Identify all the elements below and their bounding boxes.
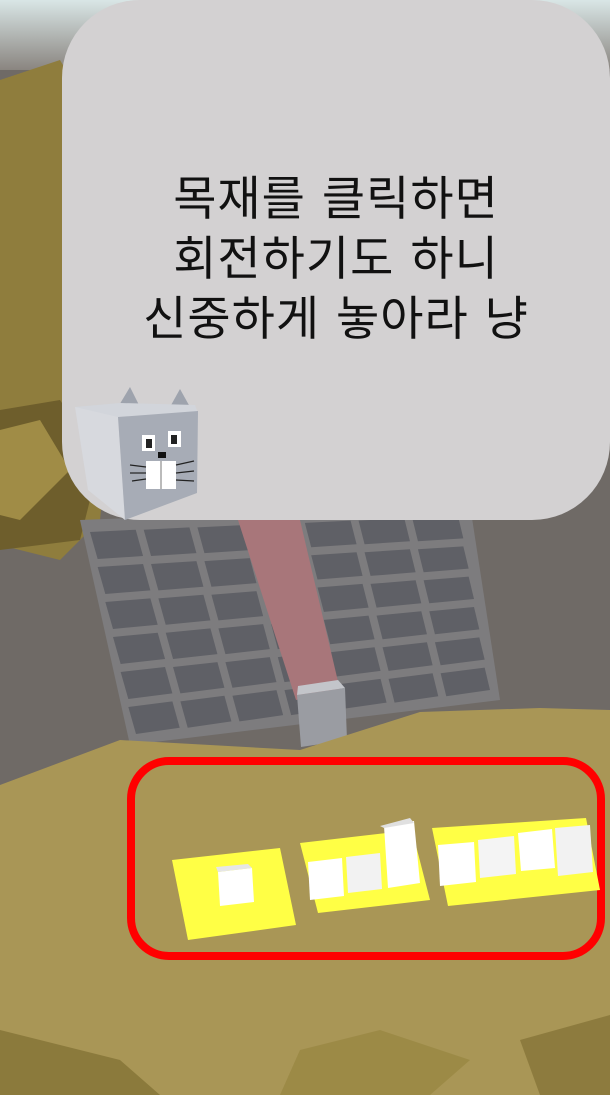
grid-tile — [165, 628, 218, 660]
grid-tile — [218, 624, 270, 655]
grid-tile — [311, 552, 363, 580]
grey-cat-block — [297, 680, 347, 747]
cat-face-icon — [75, 387, 198, 520]
grid-tile — [151, 561, 204, 591]
grid-tile — [370, 580, 422, 608]
tutorial-message-line-2: 회전하기도 하니 — [173, 232, 499, 287]
grid-tile — [158, 594, 211, 625]
grid-tile — [211, 591, 264, 621]
grid-tile — [323, 615, 375, 645]
grid-tile — [417, 546, 469, 573]
grid-tile — [105, 598, 158, 629]
grid-tile — [204, 558, 257, 587]
wood-piece-3[interactable] — [432, 818, 600, 906]
tutorial-message-line-3: 신중하게 놓아라 냥 — [143, 292, 529, 347]
grid-tile — [317, 583, 369, 612]
grid-tile — [376, 611, 427, 640]
grid-tile — [143, 527, 197, 557]
grid-tile — [90, 529, 144, 559]
tutorial-message: 목재를 클릭하면 회전하기도 하니 신중하게 놓아라 냥 — [62, 170, 610, 350]
grid-tile — [113, 632, 166, 664]
grid-tile — [364, 549, 416, 576]
wood-piece-1[interactable] — [172, 848, 296, 940]
grid-tile — [304, 520, 357, 548]
grid-tile — [173, 662, 225, 694]
grid-tile — [97, 564, 151, 594]
grid-tile — [423, 576, 474, 604]
grid-tile — [120, 667, 173, 699]
tutorial-message-line-1: 목재를 클릭하면 — [173, 172, 499, 227]
grid-tile — [358, 518, 410, 545]
